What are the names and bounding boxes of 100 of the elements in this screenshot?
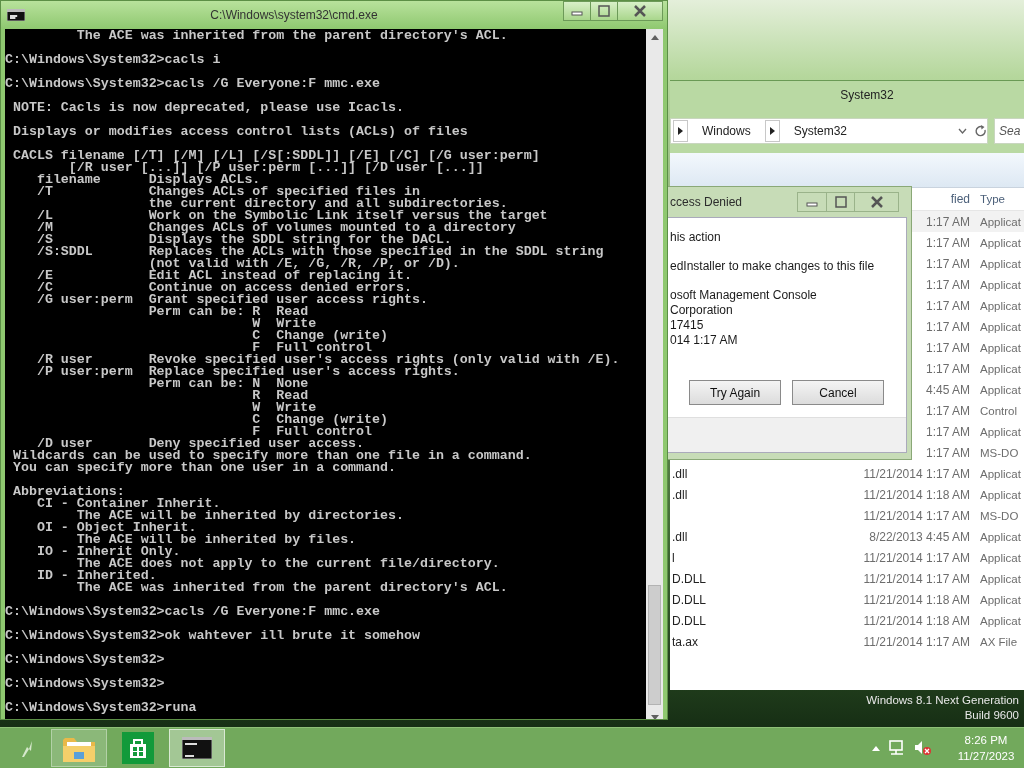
console-line: R Read xyxy=(251,390,309,402)
file-name[interactable]: .dll xyxy=(670,487,860,502)
clock-time: 8:26 PM xyxy=(964,733,1008,748)
scroll-down-icon[interactable] xyxy=(650,715,659,719)
dialog-button[interactable]: Try Again xyxy=(689,380,781,405)
window-title: C:\Windows\system32\cmd.exe xyxy=(209,8,379,22)
console-line: CI - Container Inherit. xyxy=(35,498,221,510)
date-cell: 1:17 AM xyxy=(925,214,970,229)
console-line: Perm can be: N None xyxy=(147,378,310,390)
type-cell: Applicat xyxy=(980,488,1021,501)
type-cell: Applicat xyxy=(980,467,1021,480)
type-cell: Applicat xyxy=(980,572,1021,585)
date-cell: 11/21/2014 1:17 AM xyxy=(863,634,970,649)
breadcrumb[interactable]: Windows xyxy=(696,124,757,138)
console-line: C:\Windows\System32> xyxy=(5,654,166,666)
type-cell: Applicat xyxy=(980,593,1021,606)
console-line: /S Displays the SDDL string for the DACL. xyxy=(35,234,452,246)
watermark-text: Build 9600 xyxy=(964,709,1019,721)
refresh-icon[interactable] xyxy=(975,125,987,137)
console-line: C:\Windows\System32> xyxy=(5,678,166,690)
scrollbar-thumb[interactable] xyxy=(648,585,661,705)
console-line: F Full control xyxy=(252,342,373,354)
console-line: Displays or modifies access control lists (ACLs) of files xyxy=(11,126,469,138)
console-line: Wildcards can be used to specify more than one file in a command. xyxy=(11,450,533,462)
type-cell: Applicat xyxy=(980,425,1021,438)
type-cell: Applicat xyxy=(980,362,1021,375)
console-line: /L Work on the Symbolic Link itself versus the target xyxy=(35,210,549,222)
watermark-text: Windows 8.1 Next Generation xyxy=(866,694,1019,706)
type-cell: MS-DO xyxy=(980,446,1019,459)
console-line: You can specify more than one user in a command. xyxy=(11,462,397,474)
console-line: F Full control xyxy=(252,426,373,438)
close-button[interactable] xyxy=(617,1,663,21)
dialog-button[interactable]: Cancel xyxy=(792,380,884,405)
file-name[interactable]: l xyxy=(670,550,860,565)
file-name[interactable]: ta.ax xyxy=(670,634,860,649)
type-cell: Control xyxy=(980,404,1018,417)
dialog-text: edInstaller to make changes to this file xyxy=(670,259,876,274)
console-icon xyxy=(7,9,25,21)
maximize-button[interactable] xyxy=(590,1,618,21)
date-cell: 11/21/2014 1:18 AM xyxy=(863,487,970,502)
date-cell: 1:17 AM xyxy=(925,298,970,313)
date-cell: 1:17 AM xyxy=(925,403,970,418)
console-line: C:\Windows\System32>cacls /G Everyone:F mmc.exe xyxy=(5,606,382,618)
volume-button[interactable] xyxy=(914,740,932,756)
date-cell: 1:17 AM xyxy=(925,340,970,355)
date-cell: 11/21/2014 1:17 AM xyxy=(863,466,970,481)
file-name[interactable]: D.DLL xyxy=(670,592,860,607)
date-cell: 11/21/2014 1:18 AM xyxy=(863,613,970,628)
console-line: C:\Windows\System32>cacls i xyxy=(5,54,222,66)
console-line: /S:SDDL Replaces the ACLs with those specified in the SDDL string xyxy=(35,246,605,258)
date-cell: 4:45 AM xyxy=(925,382,970,397)
network-button[interactable] xyxy=(888,740,906,756)
console-line: IO - Inherit Only. xyxy=(35,546,181,558)
search-field[interactable]: Sea xyxy=(994,118,1024,144)
show-hidden-icons-button[interactable] xyxy=(872,745,880,751)
dropdown-icon[interactable] xyxy=(958,128,967,134)
console-line: /P user:perm Replace specified user's access rights. xyxy=(35,366,460,378)
console-line: C Change (write) xyxy=(251,330,389,342)
file-name[interactable]: D.DLL xyxy=(670,571,860,586)
console-line: W Write xyxy=(251,318,317,330)
scrollbar[interactable] xyxy=(646,29,663,719)
type-cell: Applicat xyxy=(980,530,1021,543)
console-line: The ACE will be inherited by files. xyxy=(75,534,358,546)
maximize-icon xyxy=(598,5,610,17)
monitor-icon xyxy=(888,740,906,756)
breadcrumb-chevron-button[interactable] xyxy=(673,120,688,142)
console-line: Perm can be: R Read xyxy=(147,306,309,318)
dialog-text: osoft Management Console xyxy=(670,288,818,303)
scroll-up-icon[interactable] xyxy=(650,35,659,40)
file-name[interactable]: D.DLL xyxy=(670,613,860,628)
type-cell: Applicat xyxy=(980,320,1021,333)
taskbar-button[interactable] xyxy=(169,729,225,767)
console-line: [/R user [...]] [/P user:perm [...]] [/D user [...]] xyxy=(68,162,484,174)
console-line: Abbreviations: xyxy=(11,486,125,498)
console-line: OI - Object Inherit. xyxy=(35,522,198,534)
dialog-text: his action xyxy=(670,230,722,245)
column-header[interactable]: fied xyxy=(950,192,970,206)
file-name[interactable]: .dll xyxy=(670,529,860,544)
date-cell: 1:17 AM xyxy=(925,424,970,439)
console-icon xyxy=(182,737,212,759)
console-line: C:\Windows\System32>ok wahtever ill brute it somehow xyxy=(5,630,421,642)
console-line: /T Changes ACLs of specified files in xyxy=(35,186,420,198)
date-cell: 1:17 AM xyxy=(925,361,970,376)
breadcrumb-chevron-button[interactable] xyxy=(764,120,780,142)
type-cell: MS-DO xyxy=(980,509,1019,522)
console-line: /C Continue on access denied errors. xyxy=(35,282,412,294)
dialog-title: ccess Denied xyxy=(669,195,744,209)
breadcrumb[interactable]: System32 xyxy=(787,124,950,138)
dialog-text: Corporation xyxy=(670,303,734,318)
file-name[interactable]: .dll xyxy=(670,466,860,481)
type-cell: AX File xyxy=(980,635,1018,648)
console-line: C Change (write) xyxy=(251,414,389,426)
minimize-button[interactable] xyxy=(563,1,591,21)
type-cell: Applicat xyxy=(980,614,1021,627)
window-title: System32 xyxy=(839,88,895,102)
address-bar[interactable]: Windows System32 xyxy=(670,118,988,144)
column-header[interactable]: Type xyxy=(980,193,1005,205)
date-cell: 11/21/2014 1:17 AM xyxy=(863,571,970,586)
type-cell: Applicat xyxy=(980,257,1021,270)
date-cell: 1:17 AM xyxy=(925,256,970,271)
